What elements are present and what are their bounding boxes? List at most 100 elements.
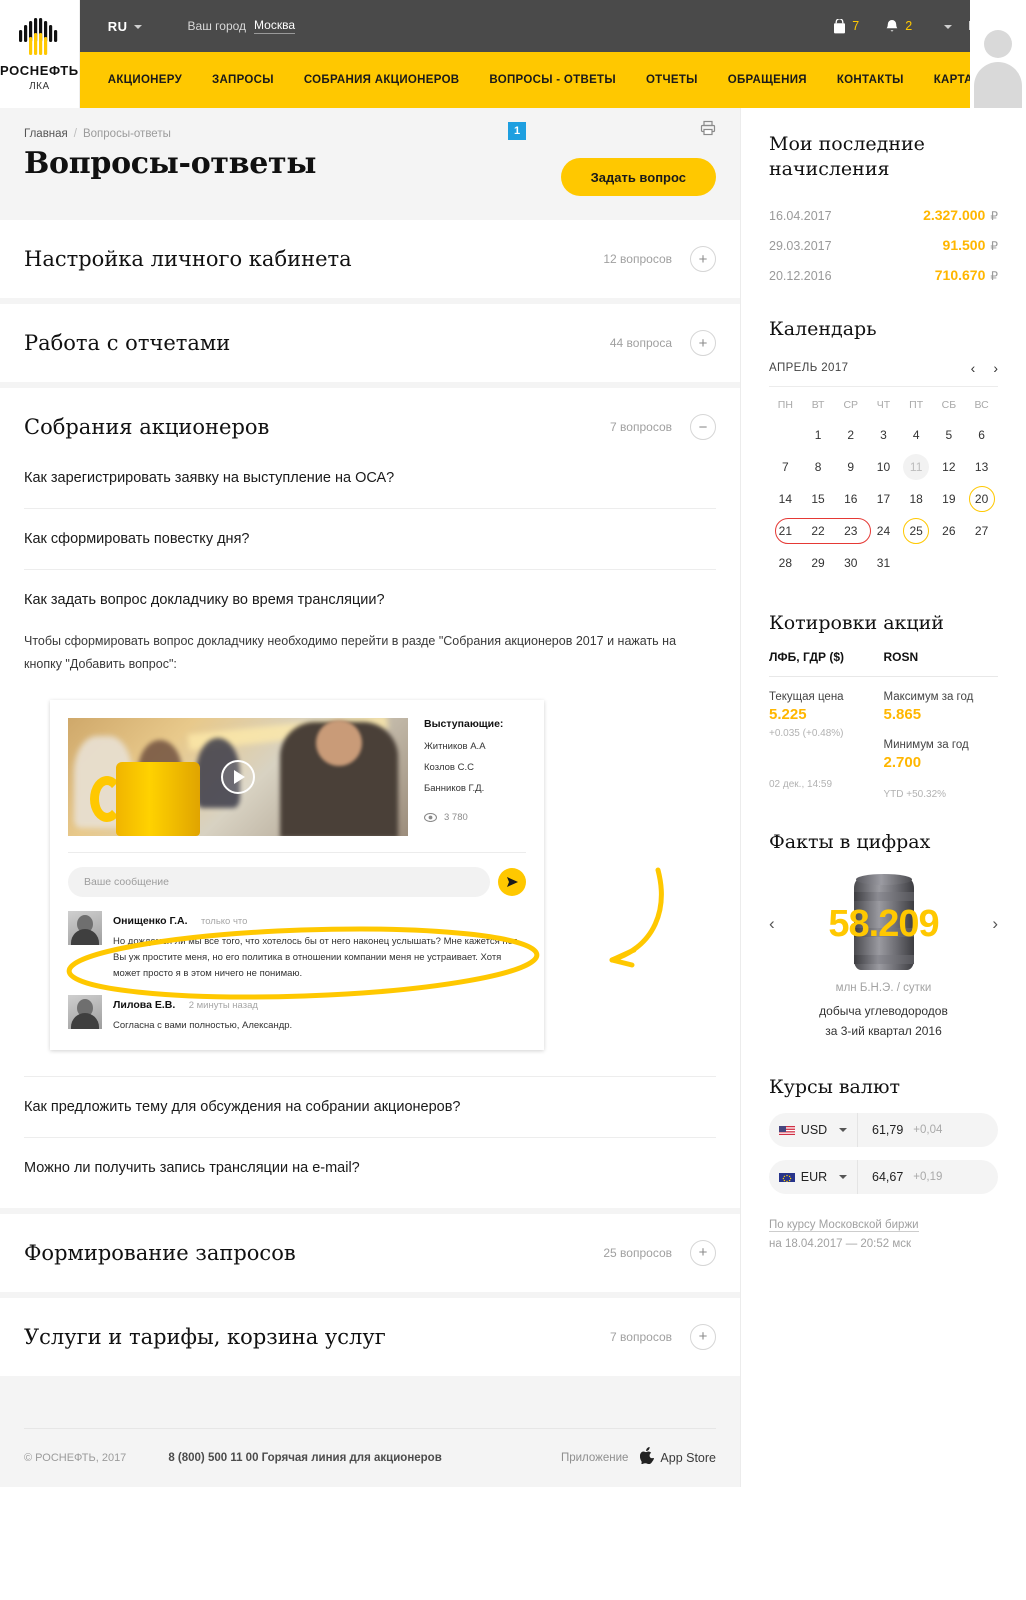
calendar-day: 5 bbox=[945, 428, 953, 443]
calendar-day: 13 bbox=[974, 460, 989, 475]
nav-item-requests[interactable]: ЗАПРОСЫ bbox=[212, 74, 274, 86]
accordion-count: 7 вопросов bbox=[610, 1329, 672, 1344]
notifications-button[interactable]: 2 bbox=[885, 19, 912, 34]
year-max-label: Максимум за год bbox=[883, 690, 974, 703]
avatar-silhouette-icon bbox=[974, 30, 1022, 108]
message-composer bbox=[68, 867, 526, 898]
facts-next-button[interactable]: › bbox=[992, 914, 998, 934]
accrual-currency: ₽ bbox=[990, 239, 998, 254]
accordion-title: Формирование запросов bbox=[24, 1240, 296, 1265]
calendar-day: 28 bbox=[778, 556, 793, 571]
eye-icon bbox=[424, 813, 437, 823]
year-min-label: Минимум за год bbox=[883, 738, 969, 751]
accordion-expand-icon[interactable]: + bbox=[690, 330, 716, 356]
divider bbox=[68, 852, 526, 854]
video-thumbnail[interactable] bbox=[68, 718, 408, 837]
accordion-title: Собрания акционеров bbox=[24, 415, 270, 439]
sidebar-quotes: Котировки акций ЛФБ, ГДР ($) ROSN Текуща… bbox=[769, 611, 998, 800]
faq-question-4[interactable]: Как предложить тему для обсуждения на со… bbox=[24, 1075, 716, 1137]
comment-time: только что bbox=[200, 916, 248, 928]
footer: © РОСНЕФТЬ, 2017 8 (800) 500 11 00 Горяч… bbox=[0, 1427, 740, 1487]
calendar-weekday: ПТ bbox=[909, 399, 924, 412]
calendar-day-highlighted: 25 bbox=[900, 515, 933, 547]
accordion-expand-icon[interactable]: + bbox=[690, 246, 716, 272]
accrual-date: 20.12.2016 bbox=[769, 269, 832, 284]
accordion-section-meetings: Собрания акционеров 7 вопросов − Как зар… bbox=[0, 388, 740, 1208]
faq-question-5[interactable]: Можно ли получить запись трансляции на e… bbox=[24, 1136, 716, 1198]
calendar-prev-button[interactable]: ‹ bbox=[971, 360, 976, 376]
chevron-down-icon bbox=[839, 1127, 848, 1132]
calendar-day: 27 bbox=[974, 524, 989, 539]
facts-description-line2: за 3-ий квартал 2016 bbox=[825, 1023, 942, 1038]
accordion-expand-icon[interactable]: + bbox=[690, 1239, 716, 1266]
printer-icon bbox=[700, 120, 716, 136]
sidebar-facts: Факты в цифрах ‹ 58.209 › млн Б.Н.Э. / с… bbox=[769, 830, 998, 1041]
play-button[interactable] bbox=[221, 760, 255, 795]
accordion-expand-icon[interactable]: + bbox=[690, 1323, 716, 1350]
message-input[interactable] bbox=[68, 867, 490, 898]
calendar-day: 14 bbox=[778, 492, 793, 507]
facts-unit: млн Б.Н.Э. / сутки bbox=[835, 982, 932, 995]
nav-item-contacts[interactable]: КОНТАКТЫ bbox=[837, 74, 904, 86]
currency-selector-usd[interactable]: USD bbox=[769, 1112, 857, 1147]
faq-question-1[interactable]: Как зарегистрировать заявку на выступлен… bbox=[24, 466, 716, 508]
current-price-label: Текущая цена bbox=[769, 690, 844, 703]
nav-item-meetings[interactable]: СОБРАНИЯ АКЦИОНЕРОВ bbox=[304, 74, 460, 86]
user-menu-chevron[interactable] bbox=[938, 19, 953, 33]
sidebar-currency: Курсы валют USD 61,79 +0,04 EUR 64,67 +0… bbox=[769, 1075, 998, 1255]
calendar-day bbox=[965, 547, 998, 579]
speakers-title: Выступающие: bbox=[424, 718, 504, 731]
footer-copyright: © РОСНЕФТЬ, 2017 bbox=[24, 1451, 127, 1464]
calendar-day: 1 bbox=[814, 428, 822, 443]
accordion-header[interactable]: Собрания акционеров 7 вопросов − bbox=[0, 388, 740, 466]
nav-item-faq[interactable]: ВОПРОСЫ - ОТВЕТЫ bbox=[489, 74, 616, 86]
accrual-currency: ₽ bbox=[990, 209, 998, 224]
accordion-count: 7 вопросов bbox=[610, 420, 672, 434]
nav-item-reports[interactable]: ОТЧЕТЫ bbox=[646, 74, 698, 86]
footer-appstore-label[interactable]: App Store bbox=[660, 1451, 716, 1465]
faq-question-3[interactable]: Как задать вопрос докладчику во время тр… bbox=[24, 569, 716, 630]
calendar-day: 2 bbox=[847, 428, 855, 443]
calendar-day-highlighted: 20 bbox=[965, 483, 998, 515]
notifications-count: 2 bbox=[905, 19, 913, 33]
comment-author: Лилова Е.В. bbox=[113, 999, 176, 1012]
ask-question-button[interactable]: Задать вопрос bbox=[560, 158, 716, 196]
breadcrumb-home[interactable]: Главная bbox=[24, 128, 68, 140]
send-message-button[interactable] bbox=[498, 868, 526, 897]
city-value-link[interactable]: Москва bbox=[254, 18, 296, 34]
currency-row-eur: EUR 64,67 +0,19 bbox=[769, 1159, 998, 1194]
view-count: 3 780 bbox=[424, 812, 526, 823]
accordion-header[interactable]: Формирование запросов 25 вопросов + bbox=[0, 1214, 740, 1292]
chevron-down-icon bbox=[839, 1174, 848, 1179]
accordion-header[interactable]: Услуги и тарифы, корзина услуг 7 вопросо… bbox=[0, 1298, 740, 1376]
print-button[interactable] bbox=[700, 120, 716, 141]
accrual-date: 29.03.2017 bbox=[769, 239, 832, 254]
eu-flag-icon bbox=[778, 1171, 795, 1182]
currency-selector-eur[interactable]: EUR bbox=[769, 1159, 857, 1194]
accordion-header[interactable]: Работа с отчетами 44 вопроса + bbox=[0, 304, 740, 382]
language-selector[interactable]: RU bbox=[108, 19, 142, 34]
year-min-value: 2.700 bbox=[883, 753, 922, 771]
accordion-collapse-icon[interactable]: − bbox=[690, 414, 716, 440]
calendar-day: 10 bbox=[876, 460, 891, 475]
city-label: Ваш город bbox=[187, 19, 247, 33]
avatar[interactable] bbox=[970, 0, 1026, 108]
accrual-row: 29.03.2017 91.500 ₽ bbox=[769, 237, 998, 253]
accordion-section-services: Услуги и тарифы, корзина услуг 7 вопросо… bbox=[0, 1297, 740, 1376]
cart-button[interactable]: 7 bbox=[833, 18, 859, 34]
quotes-col1-header: ЛФБ, ГДР ($) bbox=[769, 649, 845, 664]
currency-source-link[interactable]: По курсу Московской биржи bbox=[769, 1218, 919, 1232]
calendar-next-button[interactable]: › bbox=[993, 360, 998, 376]
nav-item-shareholder[interactable]: АКЦИОНЕРУ bbox=[108, 74, 182, 86]
accordion-title: Работа с отчетами bbox=[24, 331, 231, 355]
calendar-weekday: СР bbox=[843, 399, 859, 412]
currency-source-timestamp: на 18.04.2017 — 20:52 мск bbox=[769, 1238, 912, 1251]
status-badge[interactable]: 1 bbox=[508, 122, 526, 140]
calendar-day: 23 bbox=[844, 524, 858, 539]
logo[interactable]: РОСНЕФТЬ ЛКА bbox=[0, 0, 80, 108]
faq-question-2[interactable]: Как сформировать повестку дня? bbox=[24, 508, 716, 569]
accordion-header[interactable]: Настройка личного кабинета 12 вопросов + bbox=[0, 220, 740, 298]
nav-item-appeals[interactable]: ОБРАЩЕНИЯ bbox=[728, 74, 807, 86]
currency-delta: +0,19 bbox=[913, 1170, 943, 1183]
accordion-count: 44 вопроса bbox=[609, 336, 672, 350]
